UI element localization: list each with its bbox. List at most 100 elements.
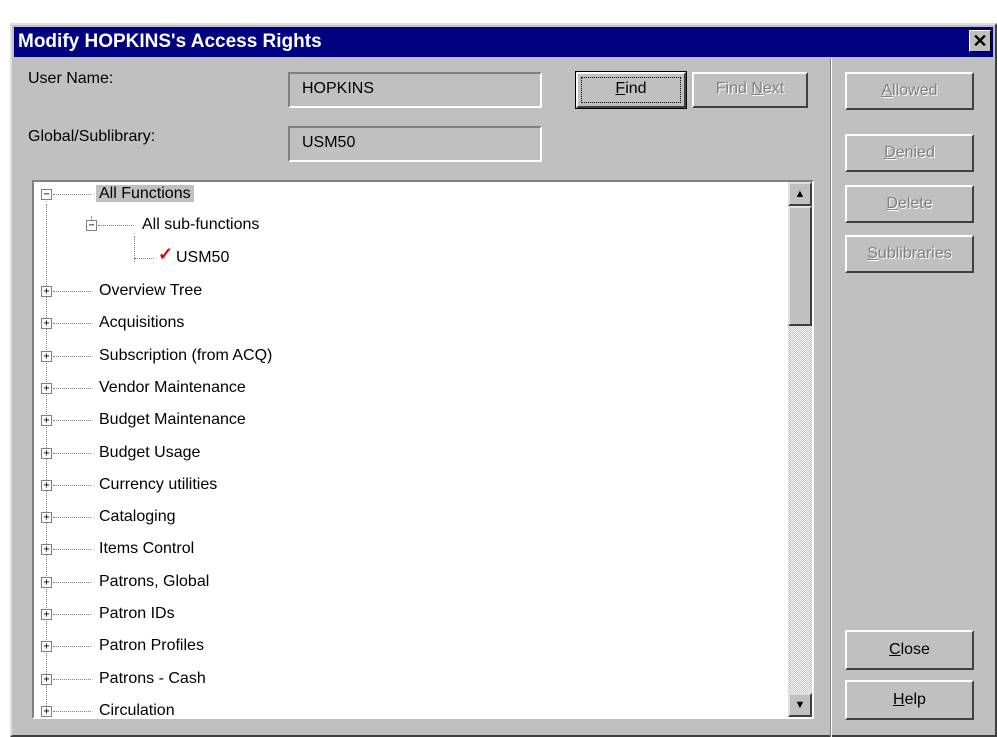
expander-expand-icon[interactable]: + [41, 512, 52, 523]
expander-collapse-icon[interactable]: − [86, 220, 97, 231]
window-title: Modify HOPKINS's Access Rights [18, 31, 322, 52]
expander-expand-icon[interactable]: + [41, 286, 52, 297]
close-button[interactable]: Close [845, 630, 974, 670]
denied-label-post: enied [895, 144, 935, 161]
expander-expand-icon[interactable]: + [41, 448, 52, 459]
tree-dots [53, 679, 91, 680]
user-name-field[interactable]: HOPKINS [288, 72, 542, 108]
tree-node-item[interactable]: Items Control [99, 537, 194, 561]
tree-dots [53, 388, 91, 389]
tree-node-item[interactable]: Budget Usage [99, 441, 200, 465]
sublibraries-label-post: ublibraries [877, 245, 952, 262]
tree-dots [53, 549, 91, 550]
focus-rect [581, 77, 681, 103]
find-button[interactable]: Find [575, 71, 687, 109]
tree-node-usm50[interactable]: USM50 [176, 246, 229, 270]
tree-node-label: Patron IDs [99, 605, 175, 622]
delete-label-post: elete [897, 195, 933, 212]
tree-node-label: Patron Profiles [99, 637, 204, 654]
expander-collapse-icon[interactable]: − [41, 189, 52, 200]
tree-node-item[interactable]: Circulation [99, 699, 175, 717]
tree-node-item[interactable]: Overview Tree [99, 279, 202, 303]
expander-expand-icon[interactable]: + [41, 609, 52, 620]
tree-content: − All Functions − All sub-functions ✓ US… [34, 182, 771, 717]
tree-node-item[interactable]: Acquisitions [99, 311, 184, 335]
close-icon: ✕ [972, 31, 988, 51]
tree-dots [53, 420, 91, 421]
help-button[interactable]: Help [845, 680, 974, 720]
tree-dots [53, 614, 91, 615]
tree-node-label: Cataloging [99, 508, 176, 525]
delete-label-key: D [886, 195, 898, 212]
tree-dots [98, 225, 134, 226]
expander-expand-icon[interactable]: + [41, 544, 52, 555]
allowed-button[interactable]: Allowed [845, 72, 974, 110]
tree-node-label: Acquisitions [99, 314, 185, 331]
close-label-post: lose [900, 641, 930, 658]
scroll-down-icon: ▼ [794, 699, 806, 711]
tree-node-all-functions[interactable]: All Functions [96, 182, 194, 206]
tree-node-item[interactable]: Patron Profiles [99, 634, 204, 658]
tree-node-label: Patrons - Cash [99, 670, 206, 687]
tree-node-item[interactable]: Patrons, Global [99, 570, 209, 594]
allowed-label-post: llowed [892, 82, 938, 99]
functions-tree[interactable]: − All Functions − All sub-functions ✓ US… [32, 180, 814, 719]
tree-node-item[interactable]: Vendor Maintenance [99, 376, 246, 400]
title-bar: Modify HOPKINS's Access Rights ✕ [14, 27, 993, 57]
close-window-button[interactable]: ✕ [969, 30, 991, 52]
access-rights-dialog: Modify HOPKINS's Access Rights ✕ User Na… [10, 23, 997, 737]
help-label-key: H [893, 691, 905, 708]
expander-expand-icon[interactable]: + [41, 480, 52, 491]
tree-node-item[interactable]: Currency utilities [99, 473, 217, 497]
vertical-scrollbar[interactable]: ▲ ▼ [788, 182, 812, 717]
tree-dots [53, 194, 91, 195]
tree-node-item[interactable]: Patrons - Cash [99, 667, 206, 691]
tree-node-item[interactable]: Budget Maintenance [99, 408, 246, 432]
scroll-thumb[interactable] [788, 206, 812, 326]
tree-dots [53, 485, 91, 486]
user-name-label: User Name: [28, 70, 114, 87]
delete-button[interactable]: Delete [845, 185, 974, 223]
tree-dots [53, 453, 91, 454]
expander-expand-icon[interactable]: + [41, 415, 52, 426]
expander-expand-icon[interactable]: + [41, 383, 52, 394]
tree-node-item[interactable]: Patron IDs [99, 602, 175, 626]
tree-node-label: All sub-functions [142, 216, 260, 233]
tree-node-label: Currency utilities [99, 476, 218, 493]
expander-expand-icon[interactable]: + [41, 577, 52, 588]
help-label-post: elp [904, 691, 926, 708]
tree-dots [53, 646, 91, 647]
sublibraries-label-key: S [867, 245, 878, 262]
expander-expand-icon[interactable]: + [41, 706, 52, 717]
expander-expand-icon[interactable]: + [41, 351, 52, 362]
find-next-label-post: ext [762, 80, 785, 97]
scroll-down-button[interactable]: ▼ [788, 693, 812, 717]
sublibraries-button[interactable]: Sublibraries [845, 235, 974, 273]
tree-node-label: Overview Tree [99, 282, 203, 299]
checkmark-icon: ✓ [158, 244, 174, 264]
tree-node-item[interactable]: Cataloging [99, 505, 176, 529]
denied-label-key: D [884, 144, 896, 161]
tree-node-label: Subscription (from ACQ) [99, 347, 273, 364]
tree-dots [134, 258, 154, 259]
user-name-value: HOPKINS [302, 80, 375, 97]
tree-node-all-sub-functions[interactable]: All sub-functions [142, 213, 259, 237]
global-sublibrary-value: USM50 [302, 134, 356, 151]
tree-node-label: Budget Usage [99, 444, 201, 461]
tree-node-label: Items Control [99, 540, 195, 557]
tree-node-label: Patrons, Global [99, 573, 210, 590]
expander-expand-icon[interactable]: + [41, 641, 52, 652]
find-next-button[interactable]: Find Next [692, 72, 808, 108]
scroll-up-icon: ▲ [794, 188, 806, 200]
find-next-label-pre: Find [715, 80, 752, 97]
expander-expand-icon[interactable]: + [41, 674, 52, 685]
tree-node-item[interactable]: Subscription (from ACQ) [99, 344, 272, 368]
scroll-up-button[interactable]: ▲ [788, 182, 812, 206]
tree-dots [53, 291, 91, 292]
global-sublibrary-label: Global/Sublibrary: [28, 128, 156, 145]
tree-dots [53, 582, 91, 583]
denied-button[interactable]: Denied [845, 134, 974, 172]
tree-dots [53, 711, 91, 712]
expander-expand-icon[interactable]: + [41, 318, 52, 329]
global-sublibrary-field[interactable]: USM50 [288, 126, 542, 162]
